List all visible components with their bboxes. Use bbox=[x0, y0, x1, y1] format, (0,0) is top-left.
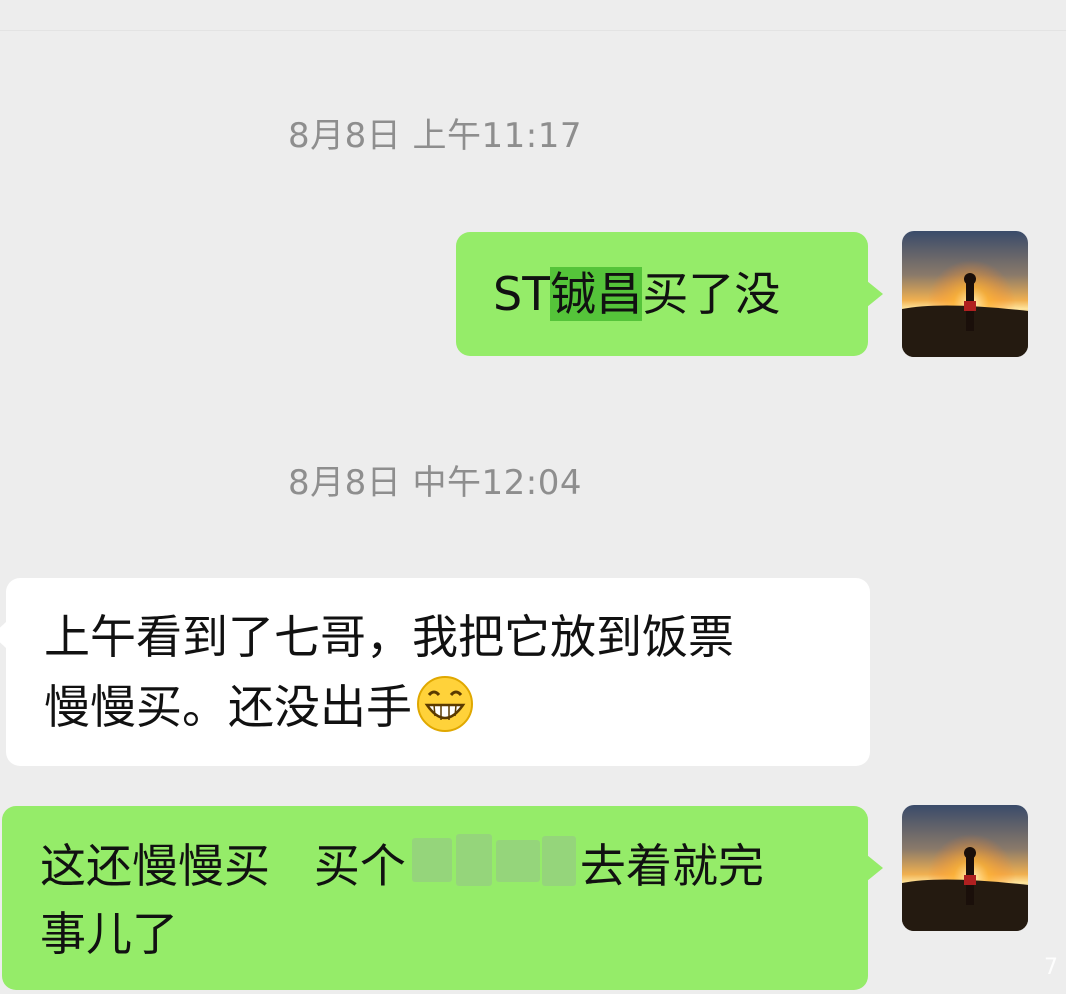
message-line-2: 慢慢买。还没出手 bbox=[44, 672, 870, 752]
top-divider bbox=[0, 30, 1066, 31]
message-line-1: 上午看到了七哥，我把它放到饭票 bbox=[44, 610, 734, 664]
watermark: 7 bbox=[1044, 955, 1058, 980]
timestamp-1: 8月8日 上午11:17 bbox=[287, 116, 583, 156]
message-text-part-1: 这还慢慢买 买个 bbox=[40, 839, 406, 893]
message-text-suffix: 买了没 bbox=[642, 267, 781, 321]
message-line-2-text: 慢慢买。还没出手 bbox=[44, 680, 412, 734]
message-line-1: 这还慢慢买 买个 去着就完 bbox=[40, 832, 868, 900]
message-line-2: 事儿了 bbox=[40, 907, 178, 961]
outgoing-message-1[interactable]: ST铖昌买了没 bbox=[456, 232, 868, 356]
sunset-avatar-image bbox=[902, 231, 1028, 357]
timestamp-2: 8月8日 中午12:04 bbox=[287, 463, 583, 503]
highlighted-keyword[interactable]: 铖昌 bbox=[550, 267, 643, 321]
incoming-message-2[interactable]: 上午看到了七哥，我把它放到饭票 慢慢买。还没出手 bbox=[6, 578, 870, 766]
message-text-prefix: ST bbox=[493, 267, 551, 321]
outgoing-message-3[interactable]: 这还慢慢买 买个 去着就完 事儿了 bbox=[2, 806, 868, 990]
bubble-tail bbox=[867, 281, 883, 307]
grinning-face-icon bbox=[416, 675, 474, 752]
redacted-text bbox=[408, 832, 578, 892]
sunset-avatar-image bbox=[902, 805, 1028, 931]
avatar[interactable] bbox=[902, 231, 1028, 357]
message-text-part-2: 去着就完 bbox=[579, 839, 764, 893]
bubble-tail bbox=[867, 855, 883, 881]
avatar[interactable] bbox=[902, 805, 1028, 931]
